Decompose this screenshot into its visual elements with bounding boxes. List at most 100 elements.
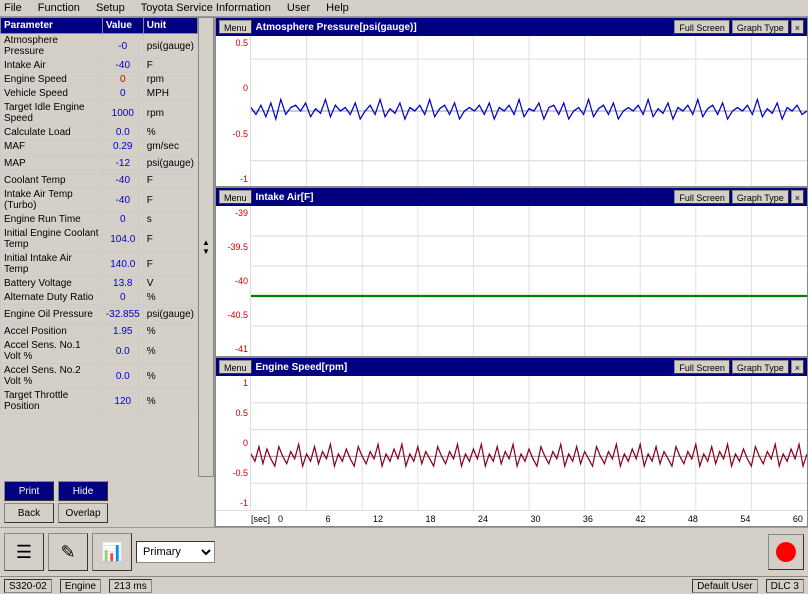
param-value: -32.855	[102, 308, 143, 322]
chart2-fullscreen-button[interactable]: Full Screen	[674, 190, 730, 204]
chart2-graphtype-button[interactable]: Graph Type	[732, 190, 789, 204]
table-row: Coolant Temp-40F	[1, 174, 198, 188]
col-value: Value	[102, 18, 143, 34]
chart-x-axis: [sec] 0 6 12 18 24 30 36 42 48 54 60	[216, 510, 807, 526]
param-unit: MPH	[143, 87, 197, 101]
chart2-y-axis: -39 -39.5 -40 -40.5 -41	[216, 206, 251, 356]
record-button[interactable]	[768, 534, 804, 570]
chart3-graphtype-button[interactable]: Graph Type	[732, 360, 789, 374]
chart3-fullscreen-button[interactable]: Full Screen	[674, 360, 730, 374]
table-row: Battery Voltage13.8V	[1, 277, 198, 291]
chart3-close-button[interactable]: ×	[791, 360, 804, 374]
list-icon: ☰	[16, 542, 32, 563]
table-row: Intake Air-40F	[1, 59, 198, 73]
table-row: Vehicle Speed0MPH	[1, 87, 198, 101]
menu-setup[interactable]: Setup	[96, 2, 125, 14]
status-dlc: DLC 3	[766, 579, 804, 593]
table-row: Alternate Duty Ratio0%	[1, 291, 198, 305]
param-value: -40	[102, 188, 143, 213]
param-name: Initial Engine Coolant Temp	[1, 227, 103, 252]
param-name: Engine Oil Pressure	[1, 308, 103, 322]
param-unit: rpm	[143, 101, 197, 126]
chart1-graphtype-button[interactable]: Graph Type	[732, 20, 789, 34]
status-bar: S320-02 Engine 213 ms Default User DLC 3	[0, 576, 808, 594]
menu-function[interactable]: Function	[38, 2, 80, 14]
param-name: Battery Voltage	[1, 277, 103, 291]
toolbar-button-2[interactable]: ✎	[48, 533, 88, 571]
print-button[interactable]: Print	[4, 481, 54, 501]
chart3-body: 1 0.5 0 -0.5 -1	[216, 376, 807, 510]
table-row: Initial Engine Coolant Temp104.0F	[1, 227, 198, 252]
param-value: 120	[102, 389, 143, 414]
param-name: Target Idle Engine Speed	[1, 101, 103, 126]
param-unit: %	[143, 389, 197, 414]
chart-intake-air: Menu Intake Air[F] Full Screen Graph Typ…	[215, 187, 808, 357]
toolbar-button-3[interactable]: 📊	[92, 533, 132, 571]
menu-toyota[interactable]: Toyota Service Information	[141, 2, 271, 14]
table-row: Engine Speed0rpm	[1, 73, 198, 87]
param-value: 0	[102, 291, 143, 305]
param-value: -0	[102, 34, 143, 59]
hide-button[interactable]: Hide	[58, 481, 108, 501]
overlap-button[interactable]: Overlap	[58, 503, 108, 523]
chart-atmosphere: Menu Atmosphere Pressure[psi(gauge)] Ful…	[215, 17, 808, 187]
status-code: S320-02	[4, 579, 52, 593]
menu-help[interactable]: Help	[326, 2, 349, 14]
param-name: Intake Air Temp (Turbo)	[1, 188, 103, 213]
action-buttons-area: Print Hide Back Overlap	[0, 477, 214, 527]
primary-dropdown[interactable]: Primary Secondary	[136, 541, 215, 563]
param-value: -40	[102, 59, 143, 73]
param-value: 104.0	[102, 227, 143, 252]
param-name: Accel Sens. No.1 Volt %	[1, 339, 103, 364]
param-unit: %	[143, 291, 197, 305]
chart3-menu-button[interactable]: Menu	[219, 360, 252, 374]
menu-user[interactable]: User	[287, 2, 310, 14]
chart1-fullscreen-button[interactable]: Full Screen	[674, 20, 730, 34]
param-value: 0.0	[102, 126, 143, 140]
param-unit: %	[143, 364, 197, 389]
chart1-close-button[interactable]: ×	[791, 20, 804, 34]
status-mode: Engine	[60, 579, 101, 593]
param-value: -40	[102, 174, 143, 188]
table-row: MAP-12psi(gauge)	[1, 157, 198, 171]
table-scrollbar[interactable]: ▲▼	[198, 17, 214, 477]
status-time: 213 ms	[109, 579, 152, 593]
parameter-table: Parameter Value Unit Atmosphere Pressure…	[0, 17, 198, 414]
chart-engine-speed: Menu Engine Speed[rpm] Full Screen Graph…	[215, 357, 808, 527]
table-row: Initial Intake Air Temp140.0F	[1, 252, 198, 277]
param-name: Calculate Load	[1, 126, 103, 140]
param-unit: F	[143, 227, 197, 252]
chart3-title: Engine Speed[rpm]	[256, 362, 675, 373]
param-unit: gm/sec	[143, 140, 197, 154]
param-name: Accel Position	[1, 325, 103, 339]
chart2-title: Intake Air[F]	[256, 192, 675, 203]
chart2-close-button[interactable]: ×	[791, 190, 804, 204]
param-value: -12	[102, 157, 143, 171]
param-unit: V	[143, 277, 197, 291]
param-unit: F	[143, 188, 197, 213]
param-unit: psi(gauge)	[143, 34, 197, 59]
param-unit: F	[143, 59, 197, 73]
param-value: 0	[102, 213, 143, 227]
record-circle-icon	[776, 542, 796, 562]
chart1-menu-button[interactable]: Menu	[219, 20, 252, 34]
param-unit: rpm	[143, 73, 197, 87]
chart1-y-axis: 0.5 0 -0.5 -1	[216, 36, 251, 186]
menu-file[interactable]: File	[4, 2, 22, 14]
back-button[interactable]: Back	[4, 503, 54, 523]
toolbar-button-1[interactable]: ☰	[4, 533, 44, 571]
chart2-area	[251, 206, 807, 356]
param-value: 0.29	[102, 140, 143, 154]
chart1-title: Atmosphere Pressure[psi(gauge)]	[256, 22, 675, 33]
param-value: 0.0	[102, 364, 143, 389]
param-value: 0	[102, 87, 143, 101]
param-unit: %	[143, 325, 197, 339]
param-name: MAF	[1, 140, 103, 154]
col-unit: Unit	[143, 18, 197, 34]
param-name: Intake Air	[1, 59, 103, 73]
col-parameter: Parameter	[1, 18, 103, 34]
param-name: Target Throttle Position	[1, 389, 103, 414]
chart2-menu-button[interactable]: Menu	[219, 190, 252, 204]
param-name: Engine Speed	[1, 73, 103, 87]
param-table-scroll[interactable]: Parameter Value Unit Atmosphere Pressure…	[0, 17, 198, 477]
